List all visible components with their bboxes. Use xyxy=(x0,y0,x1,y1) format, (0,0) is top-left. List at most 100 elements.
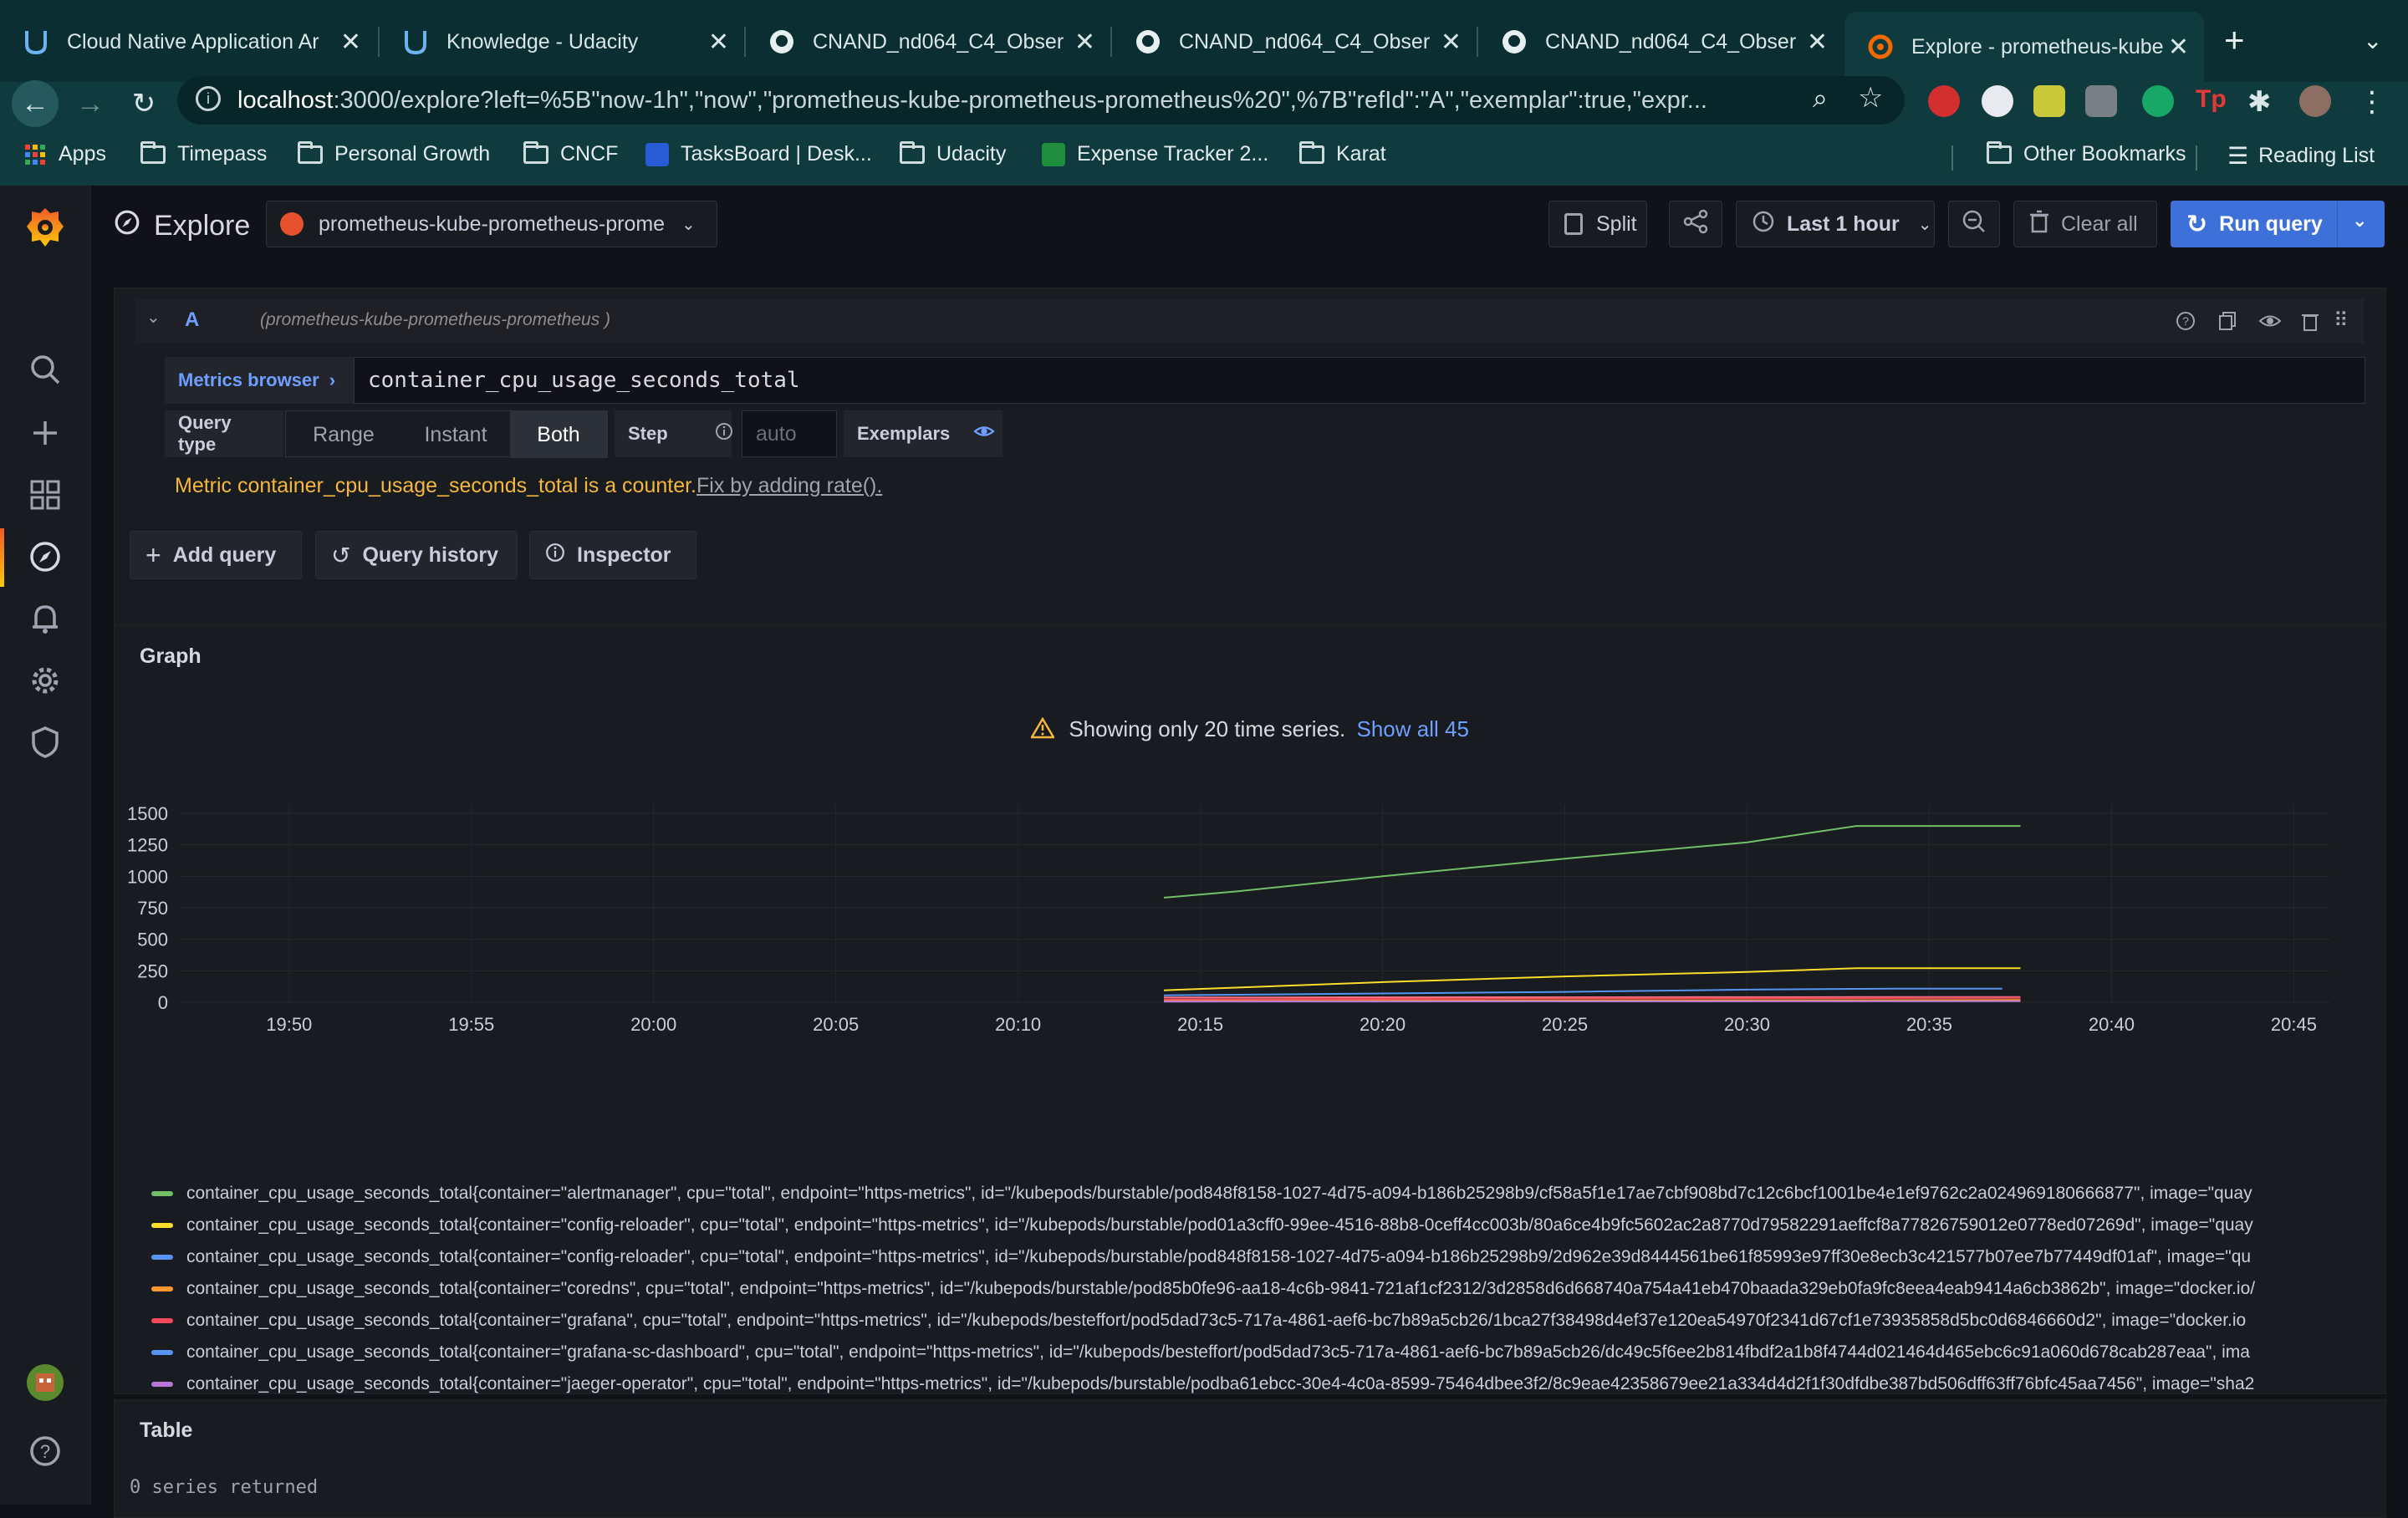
query-expression-input[interactable]: container_cpu_usage_seconds_total xyxy=(354,357,2365,404)
time-range-picker[interactable]: Last 1 hour ⌄ xyxy=(1736,201,1935,247)
y-tick-label: 1250 xyxy=(127,835,168,856)
inspector-button[interactable]: Inspector xyxy=(529,531,696,579)
legend-item[interactable]: container_cpu_usage_seconds_total{contai… xyxy=(151,1210,2367,1241)
fix-rate-link[interactable]: Fix by adding rate(). xyxy=(696,474,882,497)
bookmark-link[interactable]: TasksBoard | Desk... xyxy=(645,142,872,166)
query-type-range[interactable]: Range xyxy=(286,411,401,458)
legend-item[interactable]: container_cpu_usage_seconds_total{contai… xyxy=(151,1368,2367,1394)
legend-swatch xyxy=(151,1318,173,1323)
reload-button[interactable]: ↻ xyxy=(120,80,167,127)
split-button[interactable]: Split xyxy=(1548,201,1647,247)
forward-button[interactable]: → xyxy=(67,80,114,127)
url-text[interactable]: localhost:3000/explore?left=%5B"now-1h",… xyxy=(237,87,1784,115)
drag-handle-icon[interactable]: ⠿ xyxy=(2334,308,2347,333)
metrics-browser-button[interactable]: Metrics browser › xyxy=(165,357,354,404)
compass-icon[interactable] xyxy=(25,537,65,577)
bookmark-folder[interactable]: Karat xyxy=(1299,142,1386,166)
grafana-logo-icon[interactable] xyxy=(25,207,65,247)
folder-icon xyxy=(140,145,166,164)
close-icon[interactable]: ✕ xyxy=(1074,28,1095,57)
browser-tab[interactable]: CNAND_nd064_C4_Obser ✕ xyxy=(1112,13,1477,70)
trash-icon[interactable] xyxy=(2300,310,2320,336)
query-history-button[interactable]: ↺ Query history xyxy=(315,531,518,579)
close-icon[interactable]: ✕ xyxy=(1807,28,1828,57)
legend-item[interactable]: container_cpu_usage_seconds_total{contai… xyxy=(151,1337,2367,1368)
extension-stop-icon[interactable] xyxy=(1928,85,1960,117)
x-tick-label: 20:45 xyxy=(2271,1014,2317,1035)
query-type-label: Query type xyxy=(165,410,283,457)
query-type-both[interactable]: Both xyxy=(510,411,607,458)
trash-icon xyxy=(2029,210,2049,239)
tab-search-button[interactable]: ⌄ xyxy=(2363,27,2382,54)
plus-icon[interactable] xyxy=(25,413,65,453)
step-label: Step xyxy=(615,410,732,457)
add-query-button[interactable]: + Add query xyxy=(130,531,302,579)
share-button[interactable] xyxy=(1669,201,1722,247)
search-icon[interactable] xyxy=(25,349,65,390)
apps-grid-icon xyxy=(25,145,45,165)
legend-item[interactable]: container_cpu_usage_seconds_total{contai… xyxy=(151,1241,2367,1273)
more-menu-icon[interactable]: ⋮ xyxy=(2356,85,2388,117)
chevron-down-icon[interactable]: ⌄ xyxy=(2352,210,2367,232)
table-empty-message: 0 series returned xyxy=(130,1477,318,1498)
datasource-picker[interactable]: prometheus-kube-prometheus-prome ⌄ xyxy=(266,201,717,247)
browser-tab[interactable]: CNAND_nd064_C4_Obser ✕ xyxy=(746,13,1110,70)
query-ref-id[interactable]: A xyxy=(185,308,199,332)
legend-item[interactable]: container_cpu_usage_seconds_total{contai… xyxy=(151,1305,2367,1337)
extensions-puzzle-icon[interactable]: ✱ xyxy=(2247,85,2279,117)
zoom-icon[interactable]: ⌕ xyxy=(1813,83,1828,115)
legend-item[interactable]: container_cpu_usage_seconds_total{contai… xyxy=(151,1273,2367,1305)
legend-swatch xyxy=(151,1255,173,1260)
close-icon[interactable]: ✕ xyxy=(340,28,361,57)
gear-icon[interactable] xyxy=(25,660,65,700)
legend-item[interactable]: container_cpu_usage_seconds_total{contai… xyxy=(151,1178,2367,1210)
extension-tp-icon[interactable]: Tp xyxy=(2196,85,2227,117)
reading-list[interactable]: ☰Reading List xyxy=(2227,142,2375,170)
prometheus-icon xyxy=(280,212,304,236)
bookmark-star-icon[interactable]: ☆ xyxy=(1858,81,1883,115)
browser-tab[interactable]: CNAND_nd064_C4_Obser ✕ xyxy=(1478,13,1843,70)
extension-s-icon[interactable] xyxy=(2085,85,2117,117)
bookmark-folder[interactable]: Personal Growth xyxy=(298,142,490,166)
shield-icon[interactable] xyxy=(25,722,65,762)
step-input[interactable]: auto xyxy=(742,410,837,457)
browser-tab[interactable]: Cloud Native Application Ar ✕ xyxy=(0,13,376,70)
avatar[interactable] xyxy=(25,1363,65,1403)
site-info-icon[interactable]: i xyxy=(196,86,221,111)
clear-all-button[interactable]: Clear all xyxy=(2013,201,2157,247)
zoom-out-button[interactable] xyxy=(1948,201,2000,247)
duplicate-icon[interactable] xyxy=(2217,310,2238,336)
bell-icon[interactable] xyxy=(25,599,65,639)
exemplars-toggle[interactable]: Exemplars xyxy=(844,410,1002,457)
close-icon[interactable]: ✕ xyxy=(708,28,729,57)
profile-avatar[interactable] xyxy=(2299,85,2331,117)
help-icon[interactable]: ? xyxy=(2175,310,2196,336)
bookmark-folder[interactable]: CNCF xyxy=(523,142,618,166)
back-button[interactable]: ← xyxy=(12,80,59,127)
plus-icon: + xyxy=(145,540,161,571)
browser-tab[interactable]: Knowledge - Udacity ✕ xyxy=(380,13,744,70)
help-icon[interactable]: ? xyxy=(25,1431,65,1471)
new-tab-button[interactable]: + xyxy=(2224,20,2245,60)
x-tick-label: 20:00 xyxy=(630,1014,676,1035)
other-bookmarks[interactable]: Other Bookmarks xyxy=(1987,142,2186,166)
info-icon[interactable] xyxy=(715,422,733,446)
extension-notes-icon[interactable] xyxy=(2033,85,2065,117)
extension-grammarly-icon[interactable] xyxy=(2142,85,2174,117)
show-all-link[interactable]: Show all 45 xyxy=(1357,716,1469,741)
close-icon[interactable]: ✕ xyxy=(2168,33,2189,62)
bookmark-folder[interactable]: Timepass xyxy=(140,142,267,166)
run-query-button[interactable]: ↻ Run query ⌄ xyxy=(2171,201,2385,247)
dashboards-icon[interactable] xyxy=(25,475,65,515)
eye-icon[interactable] xyxy=(2258,310,2282,336)
time-series-chart[interactable]: 025050075010001250150019:5019:5520:0020:… xyxy=(115,802,2385,1044)
extension-1password-icon[interactable] xyxy=(1982,85,2013,117)
bookmark-apps[interactable]: Apps xyxy=(25,142,106,166)
close-icon[interactable]: ✕ xyxy=(1441,28,1462,57)
bookmark-link[interactable]: Expense Tracker 2... xyxy=(1042,142,1268,166)
collapse-chevron-icon[interactable]: ⌄ xyxy=(146,307,161,328)
y-tick-label: 250 xyxy=(137,960,168,981)
bookmark-folder[interactable]: Udacity xyxy=(900,142,1006,166)
browser-tab-active[interactable]: Explore - prometheus-kube ✕ xyxy=(1844,12,2204,82)
query-type-instant[interactable]: Instant xyxy=(401,411,510,458)
